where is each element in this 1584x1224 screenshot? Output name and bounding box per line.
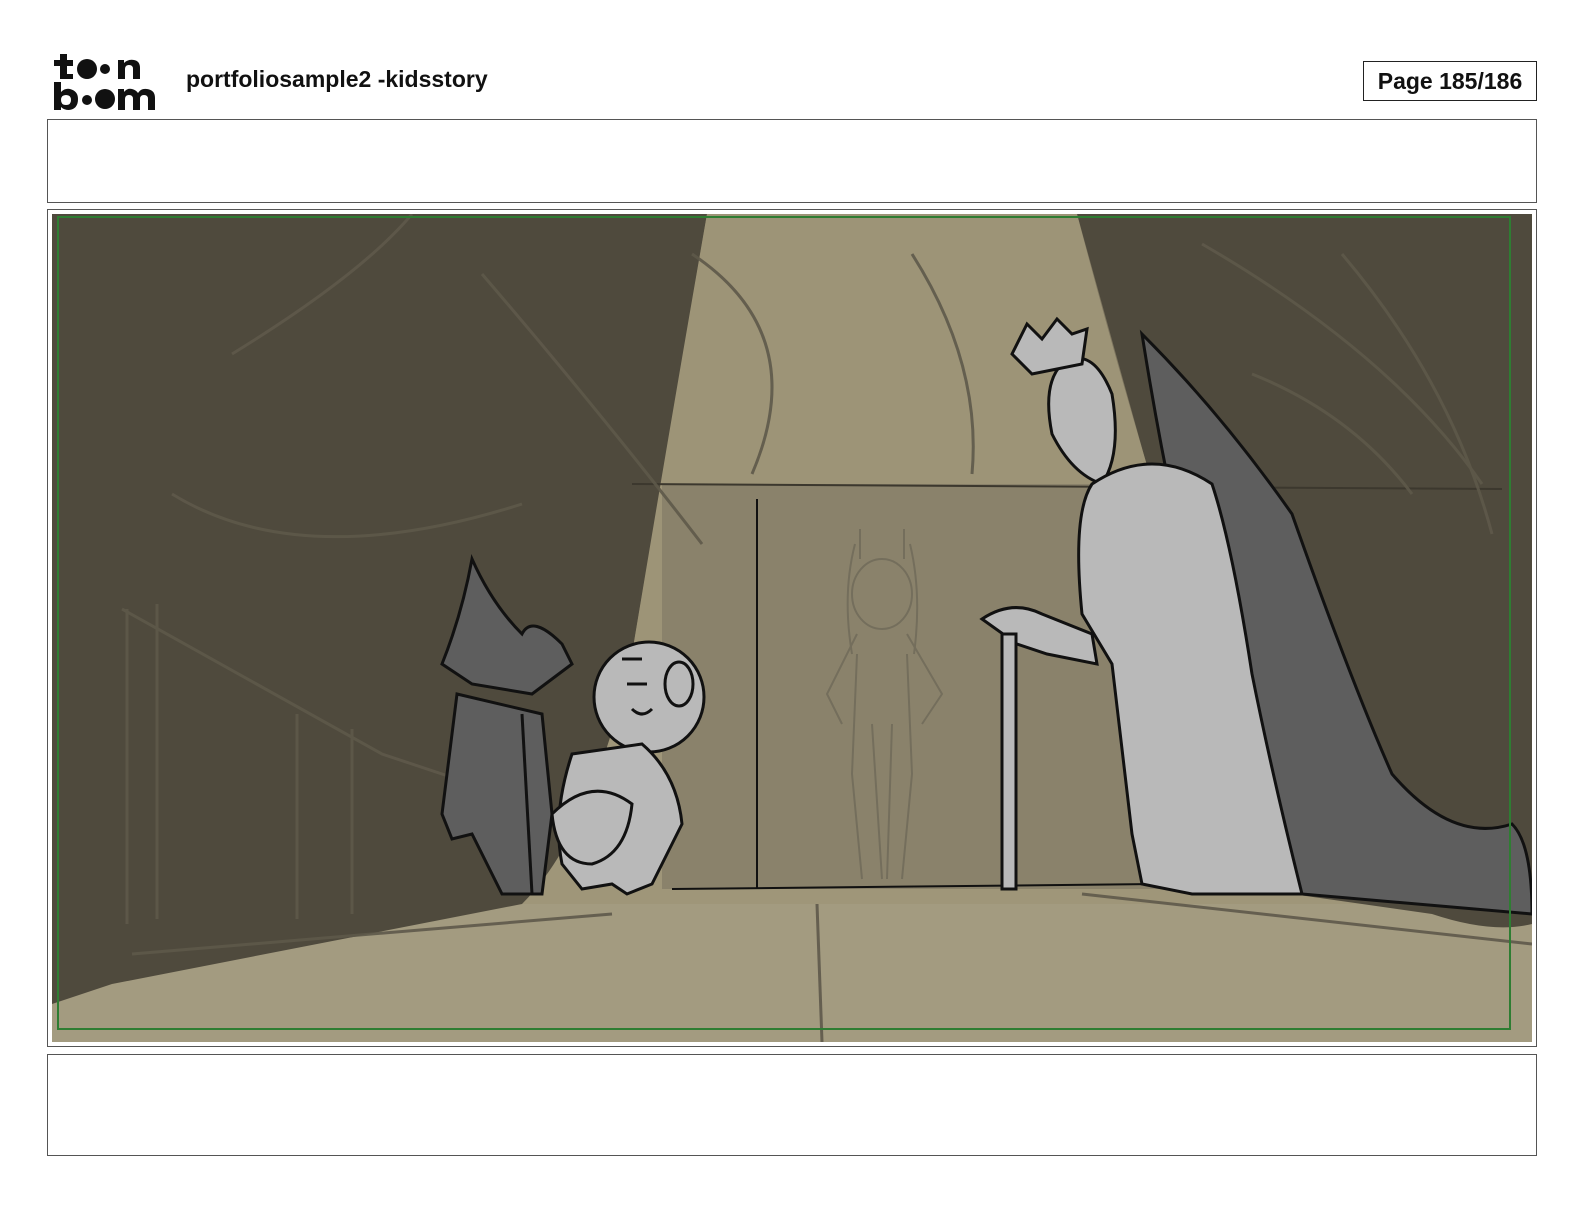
storyboard-sketch (52, 213, 1534, 1043)
storyboard-panel-image (52, 213, 1534, 1043)
document-title: portfoliosample2 -kidsstory (186, 66, 488, 92)
toonboom-logo-icon (54, 54, 155, 110)
action-notes-box (47, 1054, 1537, 1156)
page-number-badge: Page 185/186 (1363, 61, 1537, 101)
dialogue-notes-box (47, 119, 1537, 203)
toonboom-logo (52, 52, 164, 112)
